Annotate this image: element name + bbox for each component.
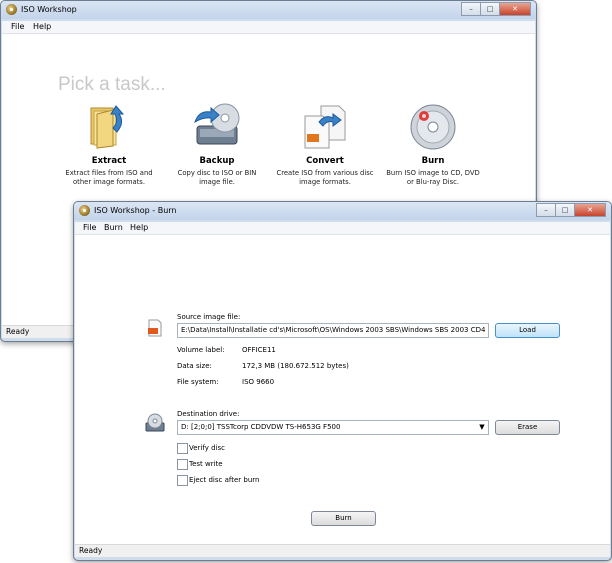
menu-help[interactable]: Help bbox=[33, 22, 51, 31]
close-icon[interactable]: ✕ bbox=[499, 2, 531, 16]
task-convert-desc-line2: image formats. bbox=[299, 178, 351, 186]
task-burn-name: Burn bbox=[421, 156, 445, 166]
source-image-path-input[interactable]: E:\Data\Install\Installatie cd's\Microso… bbox=[177, 323, 489, 338]
verify-disc-label: Verify disc bbox=[189, 444, 225, 452]
burn-app-icon bbox=[79, 205, 90, 216]
task-extract-desc: Extract files from ISO and other image f… bbox=[59, 169, 159, 187]
task-extract-desc-line2: other image formats. bbox=[73, 178, 145, 186]
burn-button[interactable]: Burn bbox=[311, 511, 376, 526]
main-window-title: ISO Workshop bbox=[21, 5, 77, 14]
burn-window-title: ISO Workshop - Burn bbox=[94, 206, 177, 215]
task-backup[interactable]: Backup Copy disc to ISO or BIN image fil… bbox=[167, 100, 267, 187]
task-convert-desc-line1: Create ISO from various disc bbox=[276, 169, 374, 177]
erase-button[interactable]: Erase bbox=[495, 420, 560, 435]
destination-drive-value: D: [2;0;0] TSSTcorp CDDVDW TS-H653G F500 bbox=[181, 423, 341, 431]
test-write-checkbox[interactable] bbox=[177, 459, 188, 470]
burn-titlebar[interactable]: ISO Workshop - Burn – □ ✕ bbox=[74, 202, 611, 220]
burn-disc-icon bbox=[407, 100, 459, 152]
image-file-icon bbox=[147, 319, 163, 337]
app-icon bbox=[6, 4, 17, 15]
burn-menu-file[interactable]: File bbox=[83, 223, 96, 232]
task-extract[interactable]: Extract Extract files from ISO and other… bbox=[59, 100, 159, 187]
task-extract-desc-line1: Extract files from ISO and bbox=[65, 169, 153, 177]
burn-client: Source image file: E:\Data\Install\Insta… bbox=[75, 235, 610, 544]
optical-drive-icon bbox=[145, 413, 165, 433]
burn-close-icon[interactable]: ✕ bbox=[574, 203, 606, 217]
volume-label-key: Volume label: bbox=[177, 346, 225, 354]
backup-disc-icon bbox=[191, 100, 243, 152]
task-burn[interactable]: Burn Burn ISO image to CD, DVD or Blu-ra… bbox=[383, 100, 483, 187]
task-convert[interactable]: Convert Create ISO from various disc ima… bbox=[275, 100, 375, 187]
data-size-value: 172,3 MB (180.672.512 bytes) bbox=[242, 362, 349, 370]
task-backup-name: Backup bbox=[199, 156, 235, 166]
main-status-text: Ready bbox=[6, 327, 30, 336]
volume-label-value: OFFICE11 bbox=[242, 346, 276, 354]
burn-menu-help[interactable]: Help bbox=[130, 223, 148, 232]
burn-window: ISO Workshop - Burn – □ ✕ File Burn Help… bbox=[73, 201, 612, 561]
burn-minimize-icon[interactable]: – bbox=[536, 203, 555, 217]
pick-task-heading: Pick a task... bbox=[58, 74, 166, 95]
data-size-key: Data size: bbox=[177, 362, 212, 370]
task-convert-desc: Create ISO from various disc image forma… bbox=[275, 169, 375, 187]
task-backup-desc: Copy disc to ISO or BIN image file. bbox=[167, 169, 267, 187]
burn-menu-burn[interactable]: Burn bbox=[104, 223, 123, 232]
convert-icon bbox=[299, 100, 351, 152]
menu-file[interactable]: File bbox=[11, 22, 24, 31]
destination-drive-label: Destination drive: bbox=[177, 410, 240, 418]
load-button[interactable]: Load bbox=[495, 323, 560, 338]
minimize-icon[interactable]: – bbox=[461, 2, 480, 16]
main-titlebar[interactable]: ISO Workshop – □ ✕ bbox=[1, 1, 536, 19]
burn-maximize-icon[interactable]: □ bbox=[555, 203, 574, 217]
task-convert-name: Convert bbox=[306, 156, 344, 166]
file-system-key: File system: bbox=[177, 378, 219, 386]
eject-disc-label: Eject disc after burn bbox=[189, 476, 260, 484]
chevron-down-icon[interactable]: ▼ bbox=[476, 421, 488, 434]
maximize-icon[interactable]: □ bbox=[480, 2, 499, 16]
task-burn-desc: Burn ISO image to CD, DVD or Blu-ray Dis… bbox=[383, 169, 483, 187]
source-image-label: Source image file: bbox=[177, 313, 241, 321]
task-backup-desc-line2: image file. bbox=[199, 178, 235, 186]
task-burn-desc-line2: or Blu-ray Disc. bbox=[406, 178, 460, 186]
burn-statusbar: Ready bbox=[75, 544, 610, 557]
test-write-label: Test write bbox=[189, 460, 223, 468]
task-extract-name: Extract bbox=[91, 156, 127, 166]
destination-drive-select[interactable]: D: [2;0;0] TSSTcorp CDDVDW TS-H653G F500… bbox=[177, 420, 489, 435]
burn-status-text: Ready bbox=[79, 546, 103, 555]
main-menubar: File Help bbox=[2, 21, 535, 34]
folder-icon bbox=[83, 100, 135, 152]
task-backup-desc-line1: Copy disc to ISO or BIN bbox=[177, 169, 257, 177]
eject-disc-checkbox[interactable] bbox=[177, 475, 188, 486]
verify-disc-checkbox[interactable] bbox=[177, 443, 188, 454]
burn-menubar: File Burn Help bbox=[75, 222, 610, 235]
file-system-value: ISO 9660 bbox=[242, 378, 275, 386]
task-burn-desc-line1: Burn ISO image to CD, DVD bbox=[386, 169, 480, 177]
